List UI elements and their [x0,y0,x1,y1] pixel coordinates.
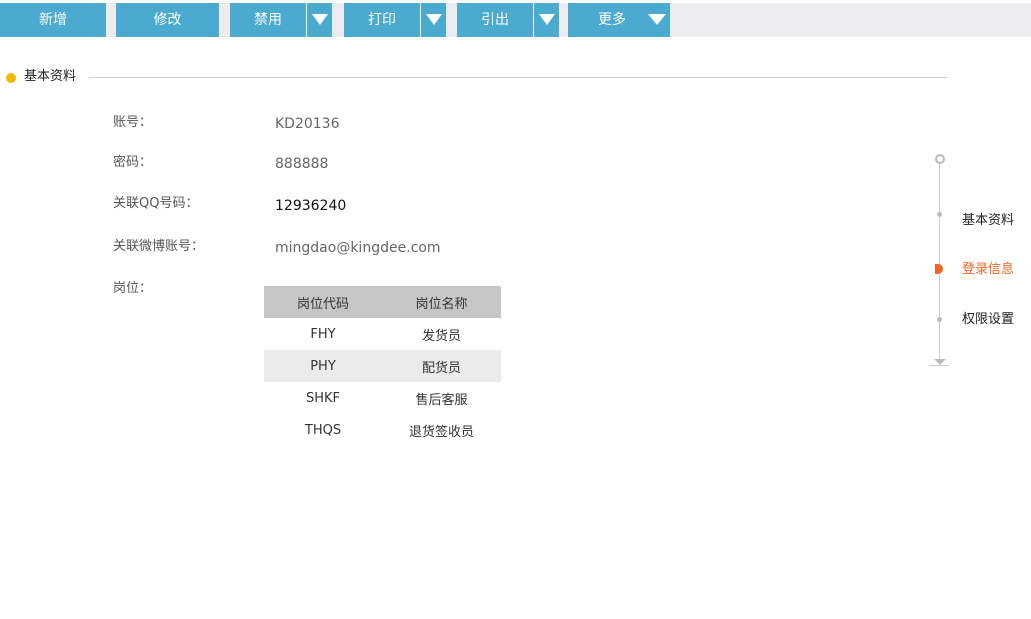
weibo-value: mingdao@kingdee.com [275,240,441,256]
export-dropdown-button[interactable] [533,3,559,37]
position-name-cell: 发货员 [421,328,461,344]
position-name-cell: 退货签收员 [408,424,474,440]
nav-top-ring-icon [935,154,945,164]
position-code-cell: SHKF [305,390,341,406]
more-button-label: 更多 [598,12,626,28]
nav-dot-icon [937,317,942,322]
chevron-down-icon [426,14,442,25]
table-row[interactable]: FHY 发货员 [264,318,501,350]
disable-dropdown-button[interactable] [306,3,332,37]
chevron-down-icon [539,14,555,25]
print-button[interactable]: 打印 [344,3,420,37]
password-value: 888888 [275,156,329,172]
position-table: 岗位代码 岗位名称 FHY 发货员 PHY 配货员 SHKF 售后客服 THQS… [264,286,501,446]
column-header-name: 岗位名称 [382,286,501,318]
side-nav-basic-info[interactable]: 基本资料 [962,212,1014,230]
qq-label: 关联QQ号码： [113,196,199,211]
position-label: 岗位： [113,281,153,296]
disable-button[interactable]: 禁用 [230,3,306,37]
table-row[interactable]: THQS 退货签收员 [264,414,501,446]
table-row[interactable]: SHKF 售后客服 [264,382,501,414]
more-button[interactable]: 更多 [568,3,670,37]
side-nav-track [939,164,940,362]
export-button[interactable]: 引出 [457,3,533,37]
section-dot-icon [6,73,16,83]
position-name-cell: 配货员 [382,350,501,382]
nav-dot-icon [937,212,942,217]
account-label: 账号： [113,115,153,130]
chevron-down-icon [312,14,328,25]
password-label: 密码： [113,155,153,170]
position-code-cell: THQS [304,422,342,438]
nav-active-marker-icon [935,264,943,274]
position-code-cell: PHY [264,350,382,382]
position-code-cell: FHY [310,326,336,342]
toolbar: 新增 修改 禁用 打印 引出 更多 [0,3,1031,37]
table-header-row: 岗位代码 岗位名称 [264,286,501,318]
account-value: KD20136 [275,116,340,132]
edit-button[interactable]: 修改 [116,3,219,37]
nav-track-end [929,365,949,366]
side-nav-login-info[interactable]: 登录信息 [962,261,1014,279]
table-row[interactable]: PHY 配货员 [264,350,501,382]
side-nav-permissions[interactable]: 权限设置 [962,311,1014,329]
qq-value: 12936240 [275,198,347,214]
section-divider [89,77,947,78]
section-title: 基本资料 [24,69,77,84]
chevron-down-icon [648,14,666,25]
column-header-code: 岗位代码 [264,286,382,318]
position-name-cell: 售后客服 [415,392,468,408]
print-dropdown-button[interactable] [420,3,446,37]
add-button[interactable]: 新增 [0,3,106,37]
weibo-label: 关联微博账号： [113,239,205,254]
